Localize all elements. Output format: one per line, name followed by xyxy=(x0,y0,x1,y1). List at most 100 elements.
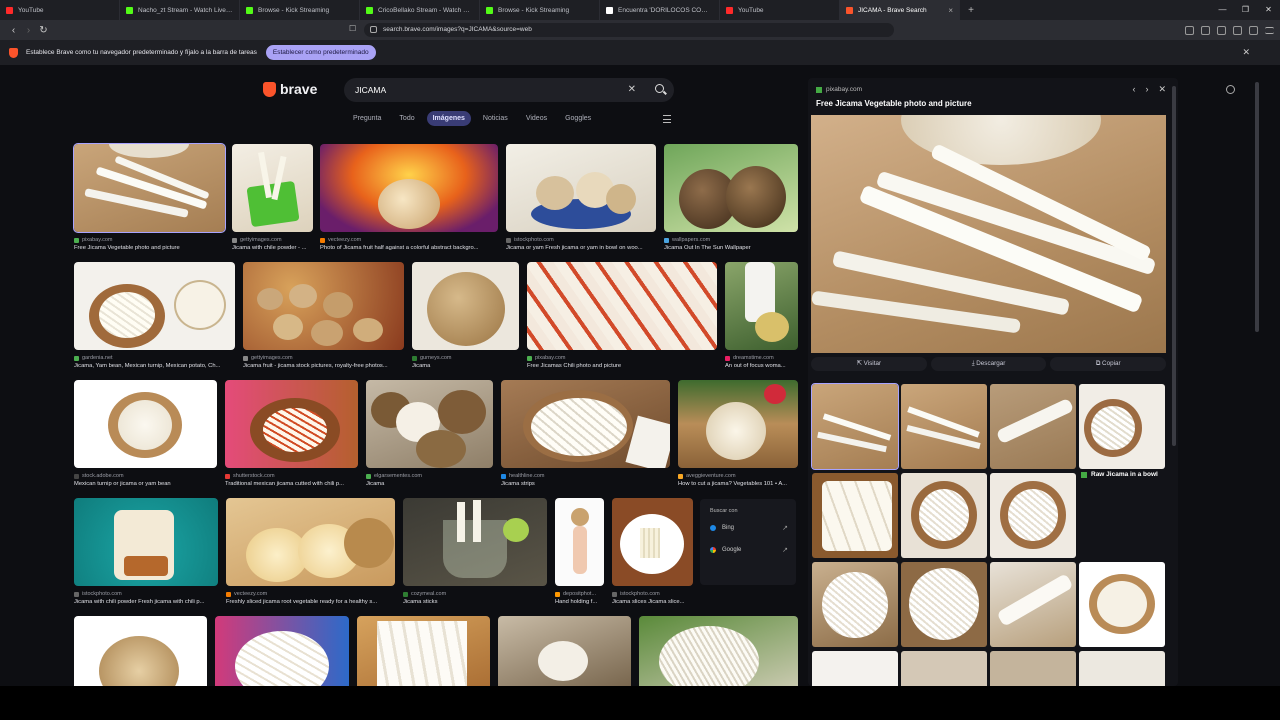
result-title[interactable]: Jicama fruit - jicama stock pictures, ro… xyxy=(243,363,404,369)
vpn-icon[interactable] xyxy=(1249,25,1258,35)
related-image[interactable] xyxy=(990,562,1076,647)
result-thumbnail[interactable] xyxy=(403,498,547,586)
result-thumbnail[interactable] xyxy=(639,616,798,686)
result-thumbnail[interactable] xyxy=(725,262,798,350)
result-thumbnail[interactable] xyxy=(612,498,693,586)
extensions-icon[interactable] xyxy=(1185,25,1194,35)
leo-icon[interactable] xyxy=(1233,25,1242,35)
url-input[interactable]: search.brave.com/images?q=JICAMA&source=… xyxy=(364,23,894,37)
preview-title[interactable]: Free Jicama Vegetable photo and picture xyxy=(816,99,972,108)
result-title[interactable]: Mexican turnip or jicama or yam bean xyxy=(74,481,217,487)
preview-image[interactable] xyxy=(811,115,1166,353)
related-image[interactable] xyxy=(901,473,987,558)
related-image[interactable] xyxy=(1079,562,1165,647)
result-title[interactable]: Free Jicama Vegetable photo and picture xyxy=(74,245,225,251)
related-image[interactable] xyxy=(1079,651,1165,686)
result-thumbnail[interactable] xyxy=(232,144,313,232)
result-thumbnail[interactable] xyxy=(501,380,670,468)
back-button[interactable]: ‹ xyxy=(6,25,21,36)
tab-imagenes[interactable]: Imágenes xyxy=(426,111,471,126)
copy-button[interactable]: ⧉ Copiar xyxy=(1050,357,1167,371)
image-result[interactable]: pixabay.com Free Jicamas Chili photo and… xyxy=(527,262,717,369)
bookmark-icon[interactable]: ☐ xyxy=(349,24,356,33)
tab-videos[interactable]: Videos xyxy=(520,111,553,126)
image-result[interactable]: gurneys.com Jicama xyxy=(412,262,519,369)
result-title[interactable]: Jicama, Yam bean, Mexican turnip, Mexica… xyxy=(74,363,235,369)
reload-button[interactable]: ↻ xyxy=(36,25,51,36)
result-thumbnail[interactable] xyxy=(74,262,235,350)
result-thumbnail[interactable] xyxy=(506,144,656,232)
image-result[interactable]: shutterstock.com Traditional mexican jic… xyxy=(225,380,358,487)
result-thumbnail[interactable] xyxy=(664,144,798,232)
browser-tab[interactable]: YouTube xyxy=(0,0,120,20)
result-title[interactable]: Jicama strips xyxy=(501,481,670,487)
related-image[interactable] xyxy=(990,384,1076,469)
minimize-button[interactable]: — xyxy=(1211,0,1234,20)
result-title[interactable]: Jicama slices Jicama slice... xyxy=(612,599,693,605)
related-image[interactable] xyxy=(812,562,898,647)
image-result[interactable]: healthline.com Jicama strips xyxy=(501,380,670,487)
result-title[interactable]: How to cut a jicama? Vegetables 101 • A.… xyxy=(678,481,798,487)
image-result[interactable]: elgarsementes.com Jicama xyxy=(366,380,493,487)
related-image[interactable] xyxy=(901,651,987,686)
tab-goggles[interactable]: Goggles xyxy=(559,111,597,126)
result-title[interactable]: Jicama with chili powder Fresh jicama wi… xyxy=(74,599,218,605)
browser-tab[interactable]: Browse - Kick Streaming xyxy=(480,0,600,20)
forward-button[interactable]: › xyxy=(21,25,36,36)
image-result[interactable]: pixabay.com Free Jicama Vegetable photo … xyxy=(73,143,226,251)
result-thumbnail[interactable] xyxy=(226,498,395,586)
result-title[interactable]: Jicama or yam Fresh jicama or yam in bow… xyxy=(506,245,656,251)
result-title[interactable]: Hand holding f... xyxy=(555,599,604,605)
result-thumbnail[interactable] xyxy=(498,616,631,686)
result-title[interactable]: Jicama xyxy=(366,481,493,487)
image-result[interactable]: gettyimages.com Jicama fruit - jicama st… xyxy=(243,262,404,369)
close-preview-icon[interactable]: ✕ xyxy=(1158,84,1166,95)
search-icon[interactable] xyxy=(655,84,664,93)
clear-search-icon[interactable]: ✕ xyxy=(628,78,636,102)
image-result[interactable]: dreamstime.com An out of focus woma... xyxy=(725,262,798,369)
related-image[interactable] xyxy=(901,384,987,469)
tab-todo[interactable]: Todo xyxy=(393,111,420,126)
result-title[interactable]: Photo of Jicama fruit half against a col… xyxy=(320,245,498,251)
site-info-icon[interactable] xyxy=(370,26,377,33)
result-title[interactable]: Freshly sliced jicama root vegetable rea… xyxy=(226,599,395,605)
browser-tab-active[interactable]: JICAMA - Brave Search × xyxy=(840,0,960,20)
image-result[interactable] xyxy=(215,616,349,686)
download-button[interactable]: ⤓ Descargar xyxy=(930,357,1047,371)
search-input[interactable]: JICAMA ✕ xyxy=(344,78,674,102)
result-thumbnail[interactable] xyxy=(412,262,519,350)
image-result[interactable]: wallpapers.com Jicama Out In The Sun Wal… xyxy=(664,144,798,251)
image-result[interactable]: gettyimages.com Jicama with chile powder… xyxy=(232,144,313,251)
previous-icon[interactable]: ‹ xyxy=(1132,84,1135,95)
maximize-button[interactable]: ❐ xyxy=(1234,0,1257,20)
new-tab-button[interactable]: + xyxy=(964,5,978,16)
result-title[interactable]: Jicama sticks xyxy=(403,599,547,605)
related-image[interactable] xyxy=(811,383,899,470)
page-scrollbar[interactable] xyxy=(1255,82,1259,332)
result-title[interactable]: Jicama xyxy=(412,363,519,369)
visit-button[interactable]: ⇱ Visitar xyxy=(811,357,927,371)
result-thumbnail[interactable] xyxy=(366,380,493,468)
image-result[interactable]: istockphoto.com Jicama slices Jicama sli… xyxy=(612,498,693,605)
result-title[interactable]: Traditional mexican jicama cutted with c… xyxy=(225,481,358,487)
image-result[interactable]: vecteezy.com Freshly sliced jicama root … xyxy=(226,498,395,605)
close-window-button[interactable]: ✕ xyxy=(1257,0,1280,20)
result-title[interactable]: Jicama with chile powder - ... xyxy=(232,245,313,251)
menu-icon[interactable] xyxy=(1265,26,1274,34)
next-icon[interactable]: › xyxy=(1145,84,1148,95)
filter-icon[interactable] xyxy=(663,115,671,123)
result-thumbnail[interactable] xyxy=(357,616,490,686)
tab-noticias[interactable]: Noticias xyxy=(477,111,514,126)
image-result[interactable]: gardenia.net Jicama, Yam bean, Mexican t… xyxy=(74,262,235,369)
image-result[interactable]: istockphoto.com Jicama or yam Fresh jica… xyxy=(506,144,656,251)
browser-tab[interactable]: Nacho_zt Stream - Watch Live on Kick xyxy=(120,0,240,20)
image-result[interactable] xyxy=(74,616,207,686)
sidebar-icon[interactable] xyxy=(1201,25,1210,35)
result-thumbnail[interactable] xyxy=(527,262,717,350)
browser-tab[interactable]: CricoBellako Stream - Watch Live on Kick xyxy=(360,0,480,20)
result-title[interactable]: Free Jicamas Chili photo and picture xyxy=(527,363,717,369)
infobar-close-icon[interactable]: ✕ xyxy=(1242,47,1250,58)
related-caption[interactable]: Raw Jicama in a bowl xyxy=(1081,471,1158,478)
tab-pregunta[interactable]: Pregunta xyxy=(347,111,387,126)
result-thumbnail[interactable] xyxy=(555,498,604,586)
